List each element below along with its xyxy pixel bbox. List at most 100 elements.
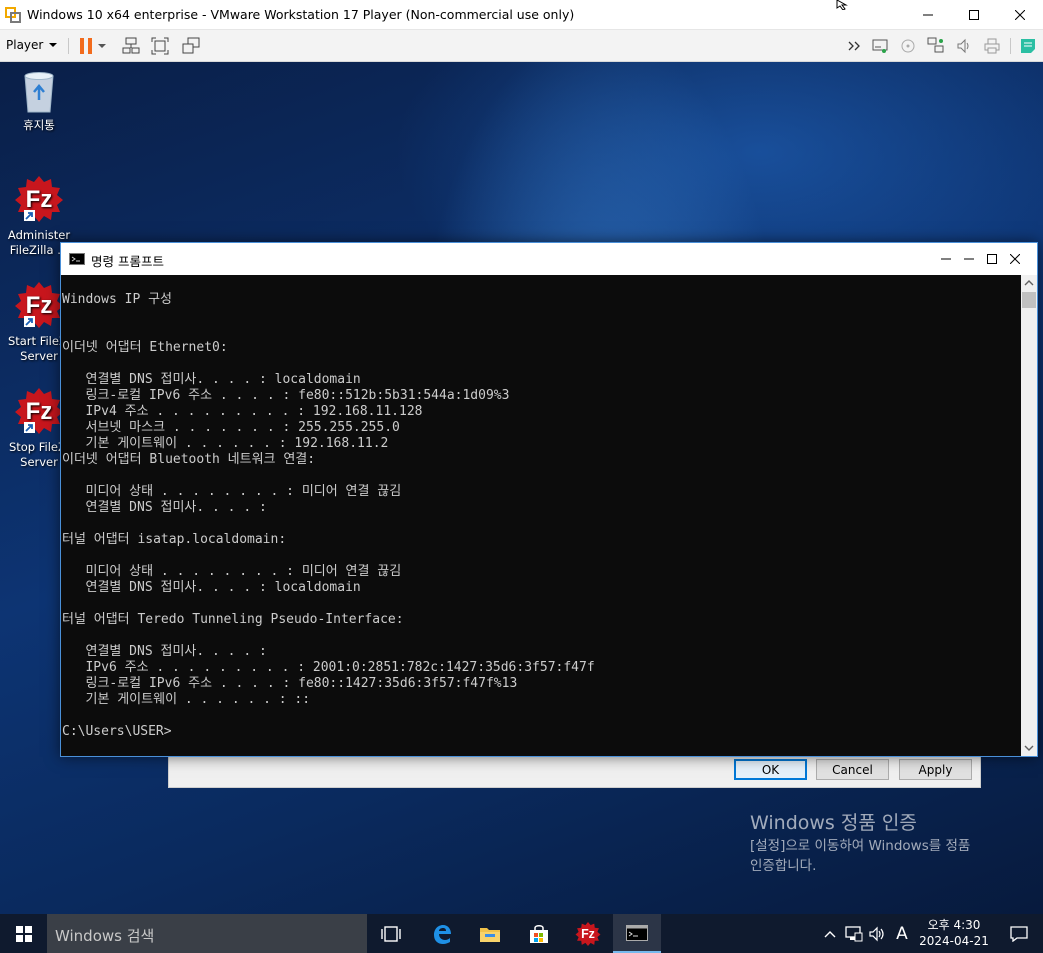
svg-text:Fz: Fz (581, 927, 595, 941)
task-view-button[interactable] (367, 914, 415, 953)
vmware-toolbar: Player (0, 30, 1043, 62)
maximize-icon (969, 10, 979, 20)
start-button[interactable] (0, 914, 47, 953)
player-menu-button[interactable]: Player (6, 38, 58, 52)
cmd-title-bar[interactable]: 명령 프롬프트 (61, 243, 1037, 275)
sound-device-button[interactable] (954, 36, 974, 56)
ok-button[interactable]: OK (734, 759, 807, 780)
windows-activation-watermark: Windows 정품 인증 [설정]으로 이동하여 Windows를 정품 인증… (750, 810, 970, 876)
chevron-down-icon (49, 43, 58, 47)
console-line: 링크-로컬 IPv6 주소 . . . . : fe80::1427:35d6:… (62, 676, 518, 691)
taskbar-store-button[interactable] (515, 914, 563, 953)
store-bag-icon (530, 924, 548, 943)
taskbar-clock[interactable]: 오후 4:30 2024-04-21 (916, 917, 992, 949)
player-menu-label: Player (6, 38, 44, 52)
windows-logo-icon (15, 925, 32, 942)
hard-disk-device-button[interactable] (870, 36, 890, 56)
network-adapter-button[interactable] (926, 36, 946, 56)
close-button[interactable] (997, 0, 1043, 30)
console-line: 기본 게이트웨이 . . . . . . : 192.168.11.2 (62, 436, 389, 451)
double-chevron-right-icon (848, 41, 860, 51)
cd-device-button[interactable] (898, 36, 918, 56)
console-line: C:\Users\USER> (62, 724, 172, 739)
folder-icon (480, 927, 500, 942)
fit-screen-icon (151, 37, 169, 55)
scroll-down-arrow-icon[interactable] (1024, 744, 1034, 752)
volume-tray-button[interactable] (866, 914, 890, 953)
power-options-dropdown[interactable] (96, 36, 108, 56)
message-log-button[interactable] (1018, 36, 1038, 56)
toolbar-divider (68, 38, 69, 54)
cmd-minimize-button-2[interactable] (923, 243, 969, 275)
taskbar-search-box[interactable]: Windows 검색 (47, 914, 367, 953)
command-prompt-window[interactable]: 명령 프롬프트 Windows IP 구성 이더넷 어댑터 Ethernet0:… (60, 242, 1038, 757)
console-line: 미디어 상태 . . . . . . . . : 미디어 연결 끊김 (62, 564, 402, 579)
more-devices-button[interactable] (845, 36, 865, 56)
cmd-window-title: 명령 프롬프트 (91, 254, 164, 269)
note-icon (1021, 39, 1035, 53)
chevron-down-icon (98, 44, 106, 48)
console-line: 터널 어댑터 isatap.localdomain: (62, 532, 287, 547)
desktop-icon-label: Server (20, 349, 58, 363)
console-line: 연결별 DNS 접미사. . . . : (62, 500, 267, 515)
cmd-close-button[interactable] (992, 243, 1038, 275)
scrollbar-thumb[interactable] (1022, 292, 1036, 308)
apply-button[interactable]: Apply (899, 759, 972, 780)
vmware-window-title: Windows 10 x64 enterprise - VMware Works… (27, 7, 575, 22)
minimize-icon (941, 258, 951, 260)
speaker-icon (869, 926, 884, 941)
desktop-icon-label: 휴지통 (23, 118, 55, 132)
filezilla-server-icon: Fz (15, 282, 63, 328)
console-line: Windows IP 구성 (62, 292, 173, 307)
fit-guest-button[interactable] (150, 36, 170, 56)
taskbar-filezilla-button[interactable]: Fz (564, 914, 612, 953)
cmd-console-output[interactable]: Windows IP 구성 이더넷 어댑터 Ethernet0: 연결별 DNS… (61, 275, 1023, 756)
printer-device-button[interactable] (982, 36, 1002, 56)
vmware-title-bar: Windows 10 x64 enterprise - VMware Works… (0, 0, 1043, 30)
console-line: 기본 게이트웨이 . . . . . . : :: (62, 692, 311, 707)
printer-icon (984, 38, 1000, 54)
desktop-icon-label: Administer (7, 228, 71, 242)
console-line: 연결별 DNS 접미사. . . . : localdomain (62, 580, 361, 595)
unity-button[interactable] (181, 36, 201, 56)
action-center-button[interactable] (995, 914, 1043, 953)
svg-text:Fz: Fz (26, 398, 53, 425)
network-adapter-icon (927, 37, 944, 53)
show-hidden-icons-button[interactable] (818, 914, 842, 953)
recycle-bin-icon (24, 72, 54, 113)
activation-message: 인증합니다. (750, 858, 817, 874)
cmd-app-icon (69, 253, 85, 265)
minimize-button[interactable] (905, 0, 951, 30)
vmware-logo-icon (5, 7, 21, 23)
cancel-button[interactable]: Cancel (816, 759, 889, 780)
send-ctrl-alt-del-button[interactable] (121, 36, 141, 56)
activation-message: [설정]으로 이동하여 Windows를 정품 (750, 838, 971, 854)
cmd-icon (626, 924, 648, 941)
task-view-icon (381, 925, 401, 942)
chevron-up-icon (824, 930, 836, 937)
console-line: IPv6 주소 . . . . . . . . . : 2001:0:2851:… (62, 660, 595, 675)
network-tray-button[interactable] (842, 914, 866, 953)
taskbar-cmd-button[interactable] (613, 914, 661, 953)
cmd-vertical-scrollbar[interactable] (1021, 275, 1037, 756)
console-line: 연결별 DNS 접미사. . . . : localdomain (62, 372, 361, 387)
pause-button[interactable] (76, 36, 96, 56)
background-dialog: OK Cancel Apply (168, 752, 981, 788)
taskbar-file-explorer-button[interactable] (466, 914, 514, 953)
taskbar-edge-button[interactable] (418, 914, 466, 953)
input-method-indicator[interactable]: A (890, 914, 914, 953)
desktop-icon-recycle-bin[interactable]: 휴지통 (0, 68, 78, 133)
filezilla-server-icon: Fz (15, 176, 63, 222)
scroll-up-arrow-icon[interactable] (1024, 279, 1034, 287)
maximize-button[interactable] (951, 0, 997, 30)
network-icon (845, 925, 863, 941)
window-switch-icon (182, 37, 200, 54)
